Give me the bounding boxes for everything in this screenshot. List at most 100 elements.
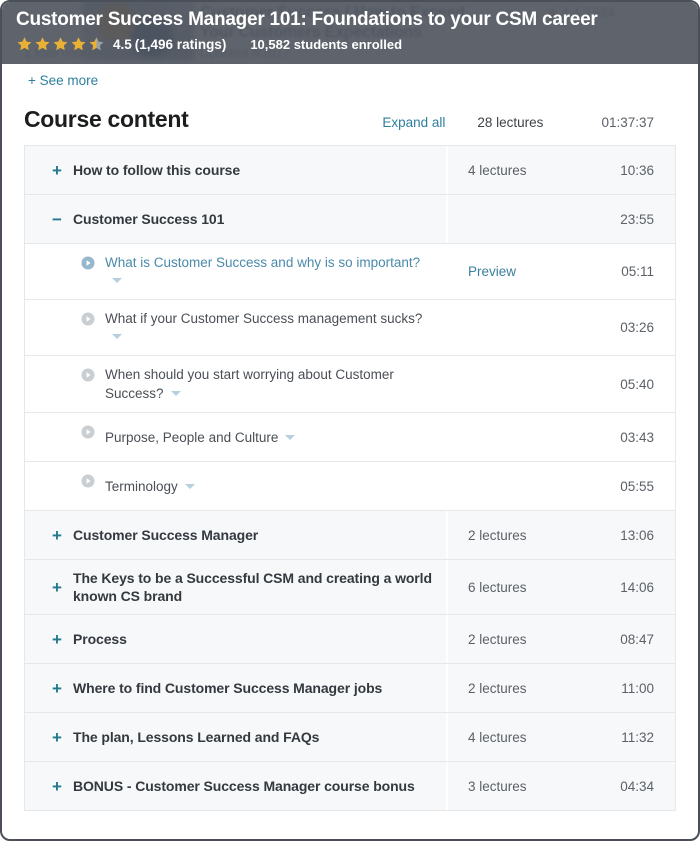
- row-meta-cell: 03:43: [448, 413, 675, 461]
- rating-count: (1,496 ratings): [134, 36, 227, 52]
- section-row[interactable]: + How to follow this course 4 lectures 10:3…: [25, 146, 675, 195]
- row-title-cell: + Where to find Customer Success Manager …: [25, 664, 446, 712]
- row-duration: 11:32: [621, 729, 654, 745]
- plus-icon[interactable]: +: [47, 527, 67, 544]
- star-icon: [70, 36, 87, 52]
- lecture-row[interactable]: When should you start worrying about Cus…: [25, 356, 675, 413]
- see-more-row: + See more: [2, 64, 698, 90]
- course-content-header: Course content Expand all 28 lectures 01…: [2, 90, 698, 145]
- lecture-title[interactable]: Purpose, People and Culture: [105, 430, 278, 445]
- section-title: Process: [73, 631, 127, 647]
- play-circle-icon[interactable]: [81, 474, 95, 488]
- chevron-down-icon[interactable]: [112, 278, 122, 284]
- preview-link[interactable]: Preview: [468, 264, 516, 279]
- play-circle-icon[interactable]: [81, 256, 95, 270]
- lecture-row[interactable]: Terminology 05:55: [25, 462, 675, 511]
- row-title-cell: What if your Customer Success management…: [25, 300, 446, 355]
- row-meta-cell: 4 lectures 10:36: [448, 146, 675, 194]
- star-icon: [34, 36, 51, 52]
- rating-stars: [16, 36, 106, 52]
- lecture-title[interactable]: What if your Customer Success management…: [105, 311, 422, 326]
- lecture-title-wrap: What if your Customer Success management…: [105, 309, 432, 346]
- lecture-title-wrap: Purpose, People and Culture: [105, 428, 296, 447]
- expand-all-link[interactable]: Expand all: [382, 115, 445, 130]
- row-meta-cell: 05:40: [448, 356, 675, 412]
- row-meta-cell: 6 lectures 14:06: [448, 560, 675, 614]
- section-row[interactable]: + Where to find Customer Success Manager …: [25, 664, 675, 713]
- row-duration: 03:43: [620, 429, 654, 445]
- row-duration: 23:55: [620, 211, 654, 227]
- row-title-cell: + The plan, Lessons Learned and FAQs: [25, 713, 446, 761]
- curriculum-accordion: + How to follow this course 4 lectures 10:3…: [24, 145, 676, 811]
- section-title: BONUS - Customer Success Manager course …: [73, 778, 415, 794]
- total-duration-label: 01:37:37: [601, 115, 654, 130]
- row-duration: 14:06: [620, 579, 654, 595]
- chevron-down-icon[interactable]: [170, 391, 181, 397]
- lecture-row[interactable]: What is Customer Success and why is so i…: [25, 244, 675, 300]
- star-icon: [52, 36, 69, 52]
- star-half-icon: [88, 36, 105, 52]
- plus-icon[interactable]: +: [47, 579, 67, 596]
- plus-icon[interactable]: +: [47, 631, 67, 648]
- plus-icon[interactable]: +: [47, 729, 67, 746]
- row-title-cell: + Customer Success Manager: [25, 511, 446, 559]
- chevron-down-icon[interactable]: [184, 483, 195, 489]
- course-content-summary: Expand all 28 lectures 01:37:37: [382, 115, 698, 130]
- chevron-down-icon[interactable]: [285, 434, 296, 440]
- lecture-title[interactable]: When should you start worrying about Cus…: [105, 367, 394, 401]
- row-title-cell: What is Customer Success and why is so i…: [25, 244, 446, 299]
- section-lecture-count: 2 lectures: [468, 527, 527, 543]
- lecture-preview-cell: Preview: [448, 264, 574, 279]
- row-title-cell: Purpose, People and Culture: [25, 413, 446, 461]
- course-content-title: Course content: [24, 106, 189, 132]
- play-circle-icon[interactable]: [81, 425, 95, 439]
- section-row[interactable]: + Process 2 lectures 08:47: [25, 615, 675, 664]
- lecture-title-wrap: What is Customer Success and why is so i…: [105, 253, 432, 290]
- section-title: Where to find Customer Success Manager j…: [73, 680, 383, 696]
- section-row[interactable]: + Customer Success Manager 2 lectures 13:06: [25, 511, 675, 560]
- plus-icon[interactable]: +: [47, 680, 67, 697]
- hero-overlay: Customer Success Manager 101: Foundation…: [2, 2, 698, 64]
- plus-icon[interactable]: +: [47, 778, 67, 795]
- play-circle-icon[interactable]: [81, 312, 95, 326]
- play-circle-icon[interactable]: [81, 368, 95, 382]
- row-meta-cell: 3 lectures 04:34: [448, 762, 675, 810]
- plus-icon[interactable]: +: [47, 162, 67, 179]
- row-meta-cell: 05:55: [448, 462, 675, 510]
- lecture-row[interactable]: Purpose, People and Culture 03:43: [25, 413, 675, 462]
- row-meta-cell: 2 lectures 08:47: [448, 615, 675, 663]
- section-title: Customer Success 101: [73, 211, 225, 227]
- minus-icon[interactable]: −: [47, 211, 67, 228]
- row-duration: 11:00: [621, 680, 654, 696]
- row-title-cell: − Customer Success 101: [25, 195, 446, 243]
- row-duration: 05:55: [620, 478, 654, 494]
- row-title-cell: + The Keys to be a Successful CSM and cre…: [25, 560, 446, 614]
- row-meta-cell: 03:26: [448, 300, 675, 355]
- section-lecture-count: 4 lectures: [468, 162, 527, 178]
- course-hero-header: Customer Success | How to Exceed Your Cu…: [2, 2, 698, 64]
- row-title-cell: + Process: [25, 615, 446, 663]
- section-lecture-count: 3 lectures: [468, 778, 527, 794]
- lecture-title-wrap: When should you start worrying about Cus…: [105, 365, 432, 403]
- section-lecture-count: 2 lectures: [468, 680, 527, 696]
- chevron-down-icon[interactable]: [112, 334, 122, 340]
- row-duration: 10:36: [620, 162, 654, 178]
- students-enrolled: 10,582 students enrolled: [250, 36, 403, 52]
- section-title: The Keys to be a Successful CSM and crea…: [73, 570, 432, 604]
- see-more-link[interactable]: + See more: [28, 73, 98, 88]
- section-row[interactable]: + The plan, Lessons Learned and FAQs 4 lec…: [25, 713, 675, 762]
- row-meta-cell: 2 lectures 13:06: [448, 511, 675, 559]
- section-row[interactable]: + BONUS - Customer Success Manager course…: [25, 762, 675, 811]
- lecture-title[interactable]: What is Customer Success and why is so i…: [105, 255, 420, 270]
- section-row[interactable]: − Customer Success 101 23:55: [25, 195, 675, 244]
- section-lecture-count: 4 lectures: [468, 729, 527, 745]
- course-page: Customer Success | How to Exceed Your Cu…: [0, 0, 700, 841]
- row-title-cell: Terminology: [25, 462, 446, 510]
- section-row[interactable]: + The Keys to be a Successful CSM and cre…: [25, 560, 675, 615]
- row-duration: 08:47: [620, 631, 654, 647]
- section-title: The plan, Lessons Learned and FAQs: [73, 729, 320, 745]
- row-meta-cell: 23:55: [448, 195, 675, 243]
- lecture-title-wrap: Terminology: [105, 477, 195, 496]
- lecture-row[interactable]: What if your Customer Success management…: [25, 300, 675, 356]
- lecture-title[interactable]: Terminology: [105, 479, 178, 494]
